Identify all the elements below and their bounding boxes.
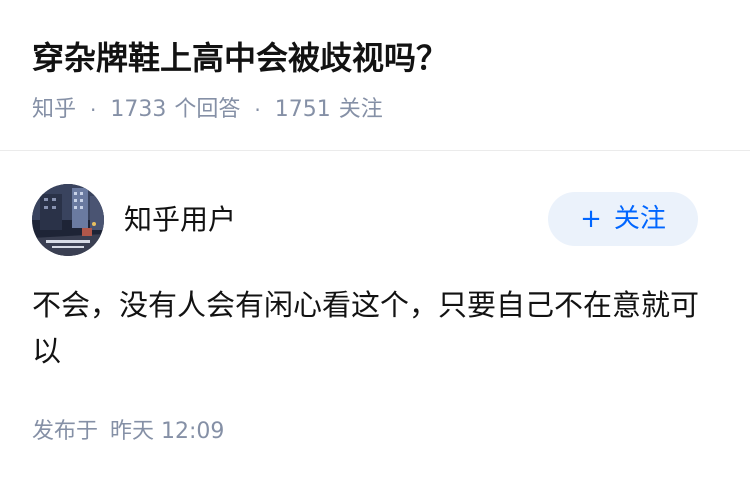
meta-separator: · bbox=[90, 98, 97, 122]
follow-button[interactable]: + 关注 bbox=[548, 192, 698, 246]
question-meta: 知乎 · 1733 个回答 · 1751 关注 bbox=[32, 94, 383, 126]
answer-timestamp: 发布于 昨天 12:09 bbox=[32, 416, 224, 448]
question-header: 穿杂牌鞋上高中会被歧视吗？ 知乎 · 1733 个回答 · 1751 关注 bbox=[0, 0, 750, 151]
publish-time: 昨天 12:09 bbox=[110, 419, 225, 444]
author-name[interactable]: 知乎用户 bbox=[124, 202, 236, 238]
source-label[interactable]: 知乎 bbox=[32, 94, 76, 126]
plus-icon: + bbox=[580, 204, 602, 234]
author-info: 知乎用户 + 关注 bbox=[32, 184, 700, 256]
avatar-city-street-photo-icon bbox=[32, 184, 104, 256]
answer-count: 1733 bbox=[110, 97, 167, 122]
avatar[interactable] bbox=[32, 184, 104, 256]
question-title[interactable]: 穿杂牌鞋上高中会被歧视吗？ bbox=[32, 36, 448, 80]
follower-count: 1751 bbox=[274, 97, 331, 122]
answer-count-label: 个回答 bbox=[174, 97, 241, 122]
follow-button-label: 关注 bbox=[613, 204, 666, 234]
meta-separator: · bbox=[254, 98, 261, 122]
answer-content[interactable]: 不会，没有人会有闲心看这个，只要自己不在意就可以 bbox=[32, 282, 712, 374]
zhihu-answer-page: 穿杂牌鞋上高中会被歧视吗？ 知乎 · 1733 个回答 · 1751 关注 知乎… bbox=[0, 0, 750, 482]
publish-prefix: 发布于 bbox=[32, 419, 99, 444]
follower-count-label: 关注 bbox=[338, 97, 383, 122]
